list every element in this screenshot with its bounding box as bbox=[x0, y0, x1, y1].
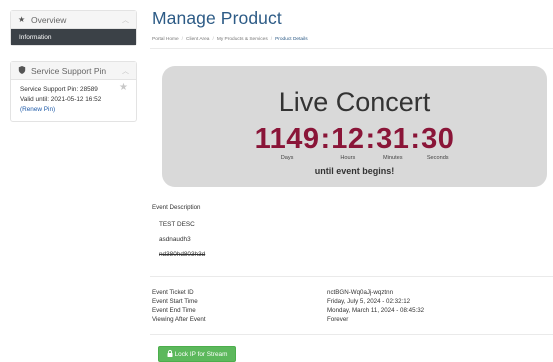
chevron-up-icon[interactable]: ︿ bbox=[122, 66, 129, 76]
countdown-hours-value: 12 bbox=[331, 123, 365, 155]
countdown-days-label: Days bbox=[280, 155, 294, 161]
countdown-separator: : bbox=[320, 123, 331, 155]
countdown-footer: until event begins! bbox=[314, 166, 395, 176]
info-row-ticket-id: Event Ticket ID nctBGN-Wq0aJj-wqztnn bbox=[152, 288, 424, 297]
info-value: Friday, July 5, 2024 - 02:32:12 bbox=[327, 298, 411, 305]
info-value: Monday, March 11, 2024 - 08:45:32 bbox=[327, 307, 425, 314]
shield-icon bbox=[18, 65, 27, 76]
countdown-days: 1149 Days bbox=[254, 123, 320, 162]
star-icon: ★ bbox=[18, 15, 26, 24]
info-key: Event End Time bbox=[152, 307, 196, 314]
lock-ip-button[interactable]: Lock IP for Stream bbox=[158, 346, 236, 362]
countdown-hours: 12 Hours bbox=[331, 123, 365, 162]
support-pin-valid-until: Valid until: 2021-05-12 16:52 bbox=[20, 96, 102, 103]
countdown-seconds: 30 Seconds bbox=[421, 123, 455, 162]
countdown-minutes-value: 31 bbox=[376, 123, 410, 155]
countdown-timer: 1149 Days : 12 Hours : 31 Minutes : 30 S… bbox=[162, 123, 547, 162]
breadcrumb-separator: / bbox=[270, 37, 273, 42]
countdown-separator: : bbox=[365, 123, 376, 155]
info-key: Event Ticket ID bbox=[152, 289, 194, 296]
support-pin-panel-title: Service Support Pin bbox=[31, 65, 107, 76]
countdown-minutes-label: Minutes bbox=[382, 155, 403, 161]
event-description-line: nd380hd803h3d bbox=[159, 251, 206, 258]
countdown-hours-label: Hours bbox=[340, 155, 356, 161]
description-divider bbox=[150, 276, 553, 277]
renew-pin-link[interactable]: (Renew Pin) bbox=[20, 105, 128, 115]
event-title: Live Concert bbox=[278, 87, 431, 117]
event-description-line: asdnaudh3 bbox=[159, 236, 191, 243]
event-description-line: TEST DESC bbox=[159, 221, 195, 228]
star-icon[interactable]: ★ bbox=[119, 83, 128, 93]
breadcrumb-separator: / bbox=[212, 37, 214, 42]
info-row-viewing-after: Viewing After Event Forever bbox=[152, 315, 424, 324]
support-pin-panel-header[interactable]: Service Support Pin ︿ bbox=[11, 62, 136, 80]
countdown-minutes: 31 Minutes bbox=[376, 123, 410, 162]
overview-panel-header[interactable]: ★ Overview ︿ bbox=[11, 11, 136, 29]
breadcrumb: Portal Home / Client Area / My Products & Se… bbox=[152, 37, 308, 42]
info-row-start-time: Event Start Time Friday, July 5, 2024 - … bbox=[152, 297, 424, 306]
countdown-seconds-value: 30 bbox=[421, 123, 455, 155]
page-title: Manage Product bbox=[152, 8, 282, 28]
info-key: Viewing After Event bbox=[152, 316, 206, 323]
countdown-days-value: 1149 bbox=[254, 123, 320, 155]
support-pin-panel: Service Support Pin ︿ ★ Service Support … bbox=[10, 61, 137, 122]
event-info-table: Event Ticket ID nctBGN-Wq0aJj-wqztnn Eve… bbox=[152, 288, 424, 324]
breadcrumb-product-details: Product Details bbox=[275, 37, 308, 42]
breadcrumb-my-products[interactable]: My Products & Services bbox=[217, 37, 268, 42]
info-value: nctBGN-Wq0aJj-wqztnn bbox=[327, 289, 394, 296]
breadcrumb-client-area[interactable]: Client Area bbox=[186, 37, 209, 42]
chevron-up-icon[interactable]: ︿ bbox=[122, 15, 129, 25]
event-description-label: Event Description bbox=[152, 204, 201, 211]
info-value: Forever bbox=[327, 316, 349, 323]
lock-ip-button-label: Lock IP for Stream bbox=[174, 350, 228, 358]
overview-panel-title: Overview bbox=[31, 14, 67, 25]
breadcrumb-portal-home[interactable]: Portal Home bbox=[152, 37, 179, 42]
support-pin-body: ★ Service Support Pin: 28589 Valid until… bbox=[11, 80, 136, 121]
info-divider bbox=[150, 334, 553, 335]
header-divider bbox=[150, 48, 553, 49]
info-key: Event Start Time bbox=[152, 298, 198, 305]
support-pin-value: Service Support Pin: 28589 bbox=[20, 86, 98, 93]
sidebar-item-information[interactable]: Information bbox=[11, 29, 136, 45]
info-row-end-time: Event End Time Monday, March 11, 2024 - … bbox=[152, 306, 424, 315]
countdown-seconds-label: Seconds bbox=[426, 155, 449, 161]
lock-icon bbox=[167, 349, 173, 359]
breadcrumb-separator: / bbox=[181, 37, 184, 42]
countdown-separator: : bbox=[410, 123, 421, 155]
overview-panel: ★ Overview ︿ Information bbox=[10, 10, 137, 46]
